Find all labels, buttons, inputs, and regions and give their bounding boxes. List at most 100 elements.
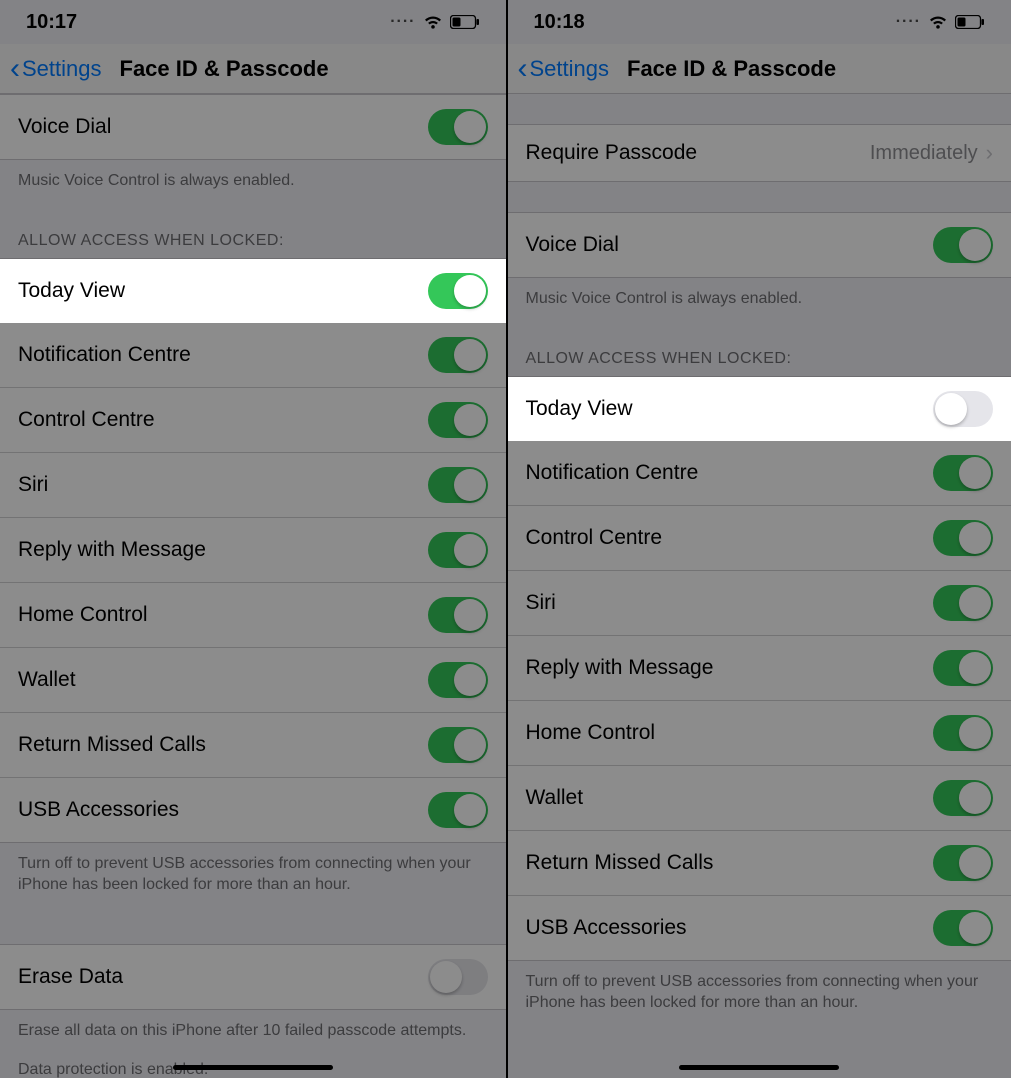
allow-access-header: ALLOW ACCESS WHEN LOCKED: [508, 328, 1011, 376]
row-label: Return Missed Calls [526, 851, 934, 875]
home-indicator[interactable] [173, 1065, 333, 1070]
toggle-usb-accessories[interactable] [933, 910, 993, 946]
row-label: Wallet [18, 668, 428, 692]
row-reply-with-message[interactable]: Reply with Message [0, 518, 506, 583]
row-reply-with-message[interactable]: Reply with Message [508, 636, 1011, 701]
row-label: USB Accessories [18, 798, 428, 822]
toggle-voice-dial[interactable] [428, 109, 488, 145]
home-indicator[interactable] [679, 1065, 839, 1070]
wifi-icon [422, 14, 444, 30]
toggle-erase-data[interactable] [428, 959, 488, 995]
row-label: Siri [526, 591, 934, 615]
row-value: Immediately [870, 142, 978, 165]
toggle-today-view[interactable] [428, 273, 488, 309]
toggle-usb-accessories[interactable] [428, 792, 488, 828]
row-siri[interactable]: Siri [508, 571, 1011, 636]
row-notification-centre[interactable]: Notification Centre [0, 323, 506, 388]
toggle-home-control[interactable] [428, 597, 488, 633]
cellular-dots-icon: ···· [390, 13, 415, 31]
chevron-right-icon: › [986, 140, 993, 166]
toggle-siri[interactable] [428, 467, 488, 503]
erase-footer-1: Erase all data on this iPhone after 10 f… [0, 1010, 506, 1060]
toggle-control-centre[interactable] [933, 520, 993, 556]
row-label: USB Accessories [526, 916, 934, 940]
status-time: 10:18 [534, 11, 585, 34]
row-label: Voice Dial [526, 233, 934, 257]
row-label: Home Control [18, 603, 428, 627]
row-label: Erase Data [18, 965, 428, 989]
row-return-missed-calls[interactable]: Return Missed Calls [508, 831, 1011, 896]
status-bar: 10:18 ···· [508, 0, 1011, 44]
row-label: Home Control [526, 721, 934, 745]
row-label: Today View [526, 397, 934, 421]
page-title: Face ID & Passcode [627, 56, 836, 82]
group-require-passcode: Require Passcode Immediately › [508, 124, 1011, 182]
row-erase-data[interactable]: Erase Data [0, 945, 506, 1009]
row-label: Notification Centre [18, 343, 428, 367]
page-title: Face ID & Passcode [120, 56, 329, 82]
wifi-icon [927, 14, 949, 30]
row-wallet[interactable]: Wallet [0, 648, 506, 713]
toggle-return-missed-calls[interactable] [933, 845, 993, 881]
back-chevron-icon[interactable]: ‹ [10, 54, 20, 84]
allow-access-header: ALLOW ACCESS WHEN LOCKED: [0, 210, 506, 258]
group-voice-dial: Voice Dial [508, 212, 1011, 278]
toggle-home-control[interactable] [933, 715, 993, 751]
toggle-reply-with-message[interactable] [933, 650, 993, 686]
row-label: Control Centre [526, 526, 934, 550]
usb-footer: Turn off to prevent USB accessories from… [508, 961, 1011, 1032]
toggle-wallet[interactable] [933, 780, 993, 816]
row-require-passcode[interactable]: Require Passcode Immediately › [508, 125, 1011, 181]
row-return-missed-calls[interactable]: Return Missed Calls [0, 713, 506, 778]
row-today-view[interactable]: Today View [508, 377, 1011, 441]
group-voice-dial: Voice Dial [0, 94, 506, 160]
back-button[interactable]: Settings [22, 56, 102, 82]
row-control-centre[interactable]: Control Centre [508, 506, 1011, 571]
row-voice-dial[interactable]: Voice Dial [0, 95, 506, 159]
cellular-dots-icon: ···· [896, 13, 921, 31]
row-label: Require Passcode [526, 141, 870, 165]
toggle-reply-with-message[interactable] [428, 532, 488, 568]
row-label: Voice Dial [18, 115, 428, 139]
toggle-return-missed-calls[interactable] [428, 727, 488, 763]
row-today-view[interactable]: Today View [0, 259, 506, 323]
nav-header: ‹ Settings Face ID & Passcode [0, 44, 506, 94]
group-allow-access: Today View Notification Centre Control Ce… [0, 258, 506, 843]
toggle-voice-dial[interactable] [933, 227, 993, 263]
row-home-control[interactable]: Home Control [0, 583, 506, 648]
voice-dial-footer: Music Voice Control is always enabled. [0, 160, 506, 210]
row-label: Return Missed Calls [18, 733, 428, 757]
row-usb-accessories[interactable]: USB Accessories [508, 896, 1011, 960]
toggle-wallet[interactable] [428, 662, 488, 698]
phone-right: 10:18 ···· ‹ Settings Face ID & Passcode… [506, 0, 1011, 1078]
toggle-control-centre[interactable] [428, 402, 488, 438]
toggle-today-view[interactable] [933, 391, 993, 427]
nav-header: ‹ Settings Face ID & Passcode [508, 44, 1011, 94]
toggle-notification-centre[interactable] [428, 337, 488, 373]
group-allow-access: Today View Notification Centre Control Ce… [508, 376, 1011, 961]
back-button[interactable]: Settings [530, 56, 610, 82]
row-siri[interactable]: Siri [0, 453, 506, 518]
toggle-notification-centre[interactable] [933, 455, 993, 491]
group-erase: Erase Data [0, 944, 506, 1010]
battery-icon [450, 15, 480, 29]
row-wallet[interactable]: Wallet [508, 766, 1011, 831]
status-icons: ···· [390, 13, 479, 31]
phone-left: 10:17 ···· ‹ Settings Face ID & Passcode… [0, 0, 506, 1078]
row-usb-accessories[interactable]: USB Accessories [0, 778, 506, 842]
toggle-siri[interactable] [933, 585, 993, 621]
row-label: Notification Centre [526, 461, 934, 485]
row-label: Today View [18, 279, 428, 303]
usb-footer: Turn off to prevent USB accessories from… [0, 843, 506, 914]
battery-icon [955, 15, 985, 29]
status-icons: ···· [896, 13, 985, 31]
voice-dial-footer: Music Voice Control is always enabled. [508, 278, 1011, 328]
row-label: Wallet [526, 786, 934, 810]
row-control-centre[interactable]: Control Centre [0, 388, 506, 453]
status-time: 10:17 [26, 11, 77, 34]
row-home-control[interactable]: Home Control [508, 701, 1011, 766]
back-chevron-icon[interactable]: ‹ [518, 54, 528, 84]
row-notification-centre[interactable]: Notification Centre [508, 441, 1011, 506]
row-voice-dial[interactable]: Voice Dial [508, 213, 1011, 277]
row-label: Siri [18, 473, 428, 497]
